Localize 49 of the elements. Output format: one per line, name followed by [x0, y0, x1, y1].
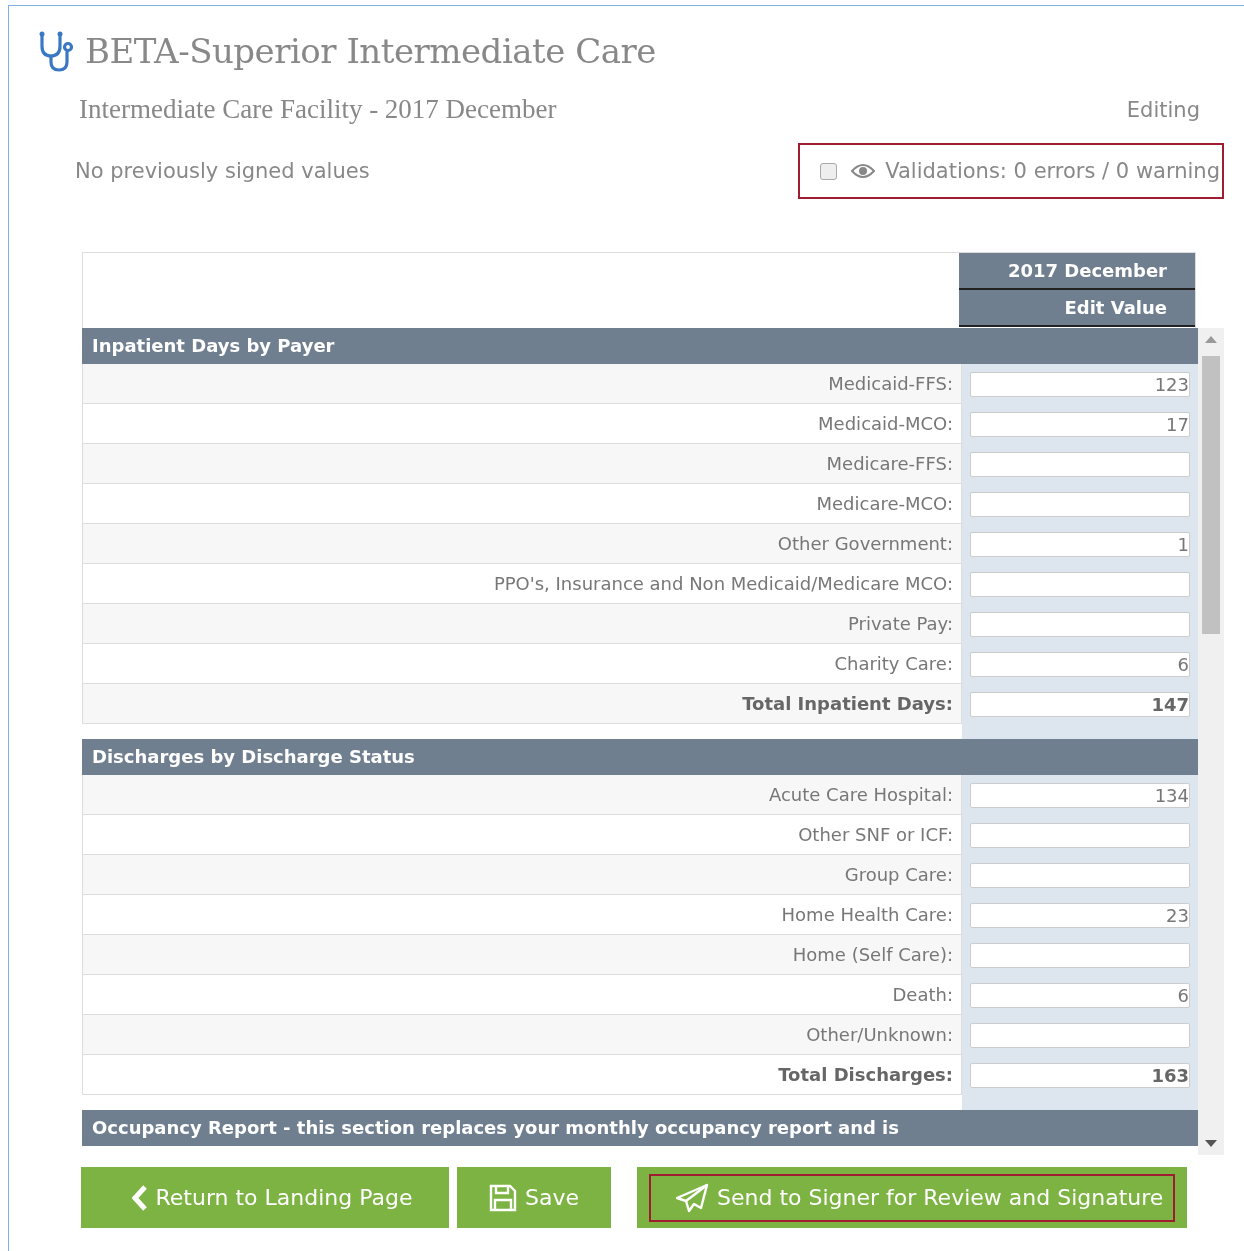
- section-header: Discharges by Discharge Status: [82, 739, 1198, 775]
- app-title: BETA-Superior Intermediate Care: [85, 31, 656, 71]
- save-button[interactable]: Save: [457, 1167, 611, 1228]
- input-field[interactable]: 134: [970, 782, 1190, 808]
- row-label: Other Government:: [82, 524, 962, 564]
- row-label: Private Pay:: [82, 604, 962, 644]
- input-field[interactable]: [970, 451, 1190, 477]
- scroll-up-icon[interactable]: [1205, 336, 1217, 343]
- scroll-down-icon[interactable]: [1205, 1140, 1217, 1147]
- input-field[interactable]: [970, 822, 1190, 848]
- save-icon: [489, 1183, 517, 1212]
- scrollbar[interactable]: [1198, 328, 1224, 1155]
- send-button[interactable]: Send to Signer for Review and Signature: [637, 1167, 1188, 1228]
- eye-icon: [851, 163, 876, 179]
- back-button[interactable]: Return to Landing Page: [81, 1167, 449, 1228]
- row-label: Home (Self Care):: [82, 935, 962, 975]
- row-label: Medicaid-FFS:: [82, 364, 962, 404]
- input-field[interactable]: 23: [970, 902, 1190, 928]
- input-field[interactable]: [970, 862, 1190, 888]
- input-field[interactable]: 6: [970, 651, 1190, 677]
- column-header: Edit Value: [959, 290, 1195, 327]
- input-field[interactable]: 163: [970, 1062, 1190, 1088]
- scroll-thumb[interactable]: [1202, 356, 1220, 634]
- row-label: Group Care:: [82, 855, 962, 895]
- input-field[interactable]: 147: [970, 691, 1190, 717]
- total-label: Total Inpatient Days:: [82, 684, 962, 724]
- input-field[interactable]: 123: [970, 371, 1190, 397]
- section-header: Occupancy Report - this section replaces your monthly occupancy report and is: [82, 1110, 1198, 1146]
- input-field[interactable]: 6: [970, 982, 1190, 1008]
- row-label: Medicare-FFS:: [82, 444, 962, 484]
- input-field[interactable]: 1: [970, 531, 1190, 557]
- input-field[interactable]: [970, 571, 1190, 597]
- total-label: Total Discharges:: [82, 1055, 962, 1095]
- paper-plane-icon: [675, 1182, 709, 1213]
- validations-checkbox[interactable]: [820, 162, 838, 180]
- input-field[interactable]: [970, 942, 1190, 968]
- input-field[interactable]: [970, 491, 1190, 517]
- input-field[interactable]: 17: [970, 411, 1190, 437]
- validations-summary: Validations: 0 errors / 0 warning: [885, 159, 1220, 183]
- signed-note: No previously signed values: [75, 159, 370, 183]
- report-title: Intermediate Care Facility - 2017 December: [79, 94, 557, 125]
- section-header: Inpatient Days by Payer: [82, 328, 1198, 364]
- chevron-left-icon: [131, 1184, 148, 1211]
- column-header: 2017 December: [959, 253, 1195, 290]
- mode-label: Editing: [1126, 97, 1200, 122]
- input-field[interactable]: [970, 611, 1190, 637]
- row-label: Other/Unknown:: [82, 1015, 962, 1055]
- input-field[interactable]: [970, 1022, 1190, 1048]
- row-label: Acute Care Hospital:: [82, 775, 962, 815]
